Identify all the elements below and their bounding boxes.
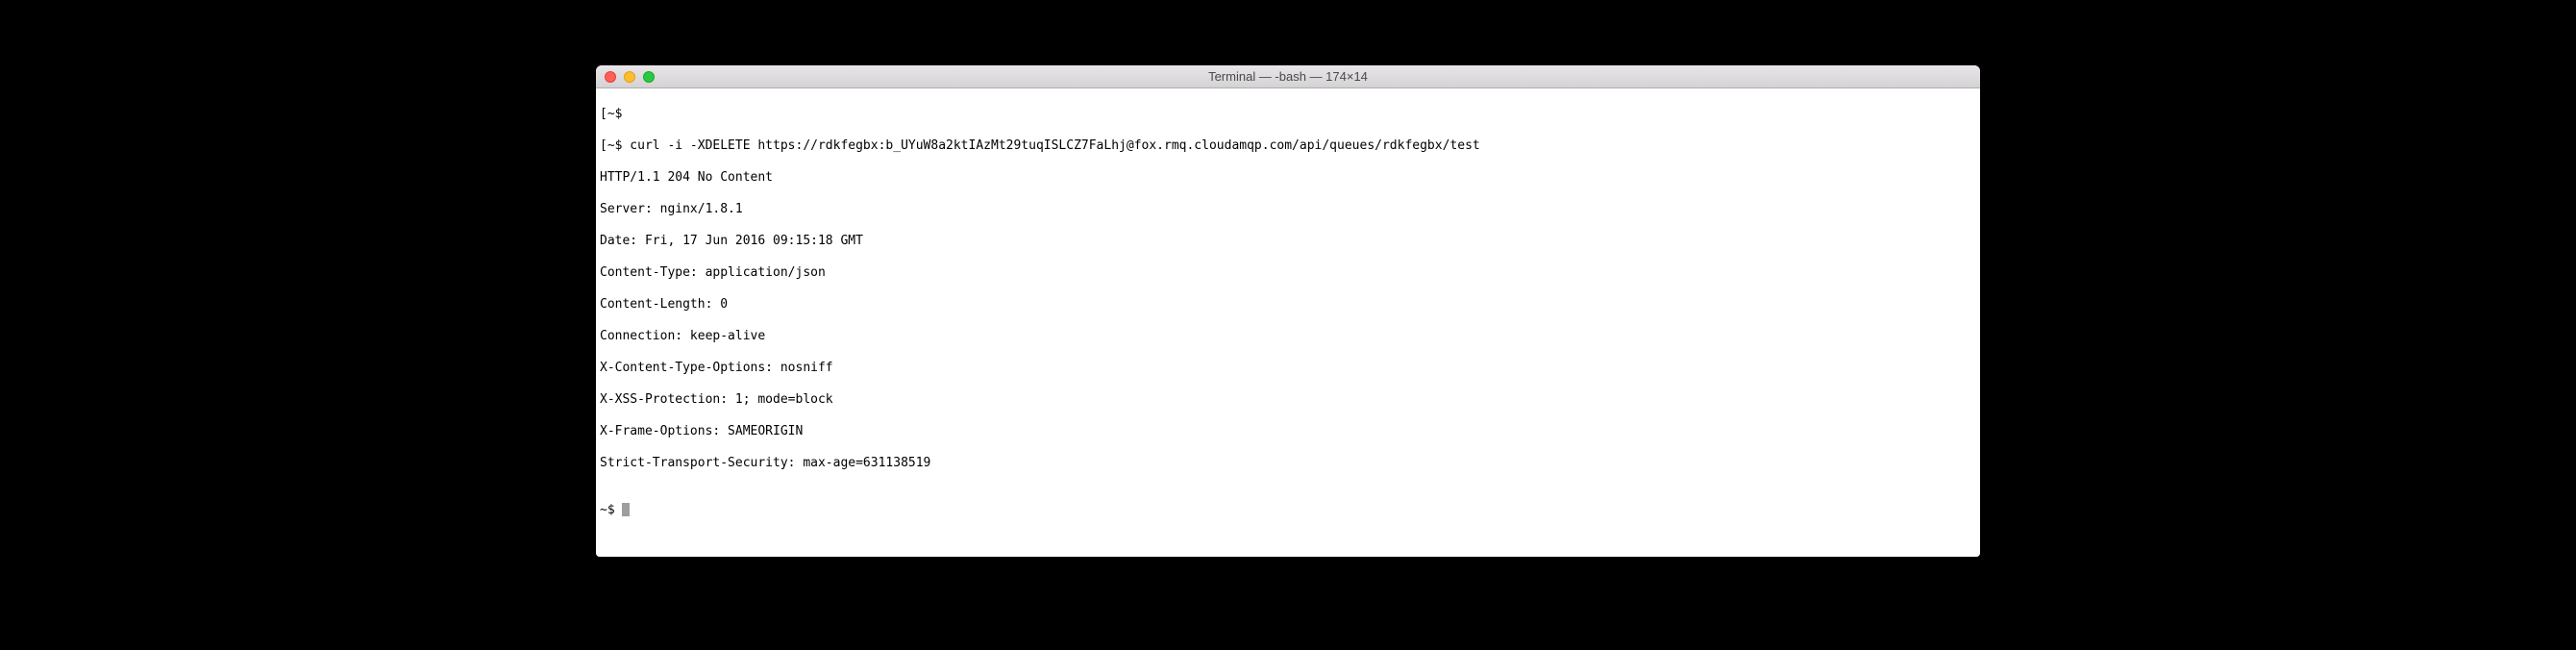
prompt: ~$ [600,503,622,519]
terminal-line: HTTP/1.1 204 No Content [600,170,1976,187]
terminal-line: Date: Fri, 17 Jun 2016 09:15:18 GMT [600,234,1976,250]
terminal-line: X-XSS-Protection: 1; mode=block [600,392,1976,409]
terminal-line: Server: nginx/1.8.1 [600,202,1976,218]
terminal-line: X-Content-Type-Options: nosniff [600,361,1976,377]
traffic-lights [596,71,655,83]
minimize-icon[interactable] [624,71,635,83]
terminal-line: Content-Length: 0 [600,297,1976,313]
terminal-line: Strict-Transport-Security: max-age=63113… [600,456,1976,472]
maximize-icon[interactable] [643,71,655,83]
cursor-icon [622,503,630,516]
terminal-line: [~$ curl -i -XDELETE https://rdkfegbx:b_… [600,138,1976,155]
terminal-window: Terminal — -bash — 174×14 [~$ [~$ curl -… [596,65,1980,557]
prompt-line[interactable]: ~$ [600,503,1976,519]
terminal-line: X-Frame-Options: SAMEORIGIN [600,424,1976,440]
terminal-line: [~$ [600,107,1976,123]
terminal-line: Connection: keep-alive [600,329,1976,345]
close-icon[interactable] [605,71,616,83]
titlebar[interactable]: Terminal — -bash — 174×14 [596,65,1980,88]
window-title: Terminal — -bash — 174×14 [596,69,1980,84]
terminal-line: Content-Type: application/json [600,265,1976,282]
terminal-body[interactable]: [~$ [~$ curl -i -XDELETE https://rdkfegb… [596,88,1980,557]
